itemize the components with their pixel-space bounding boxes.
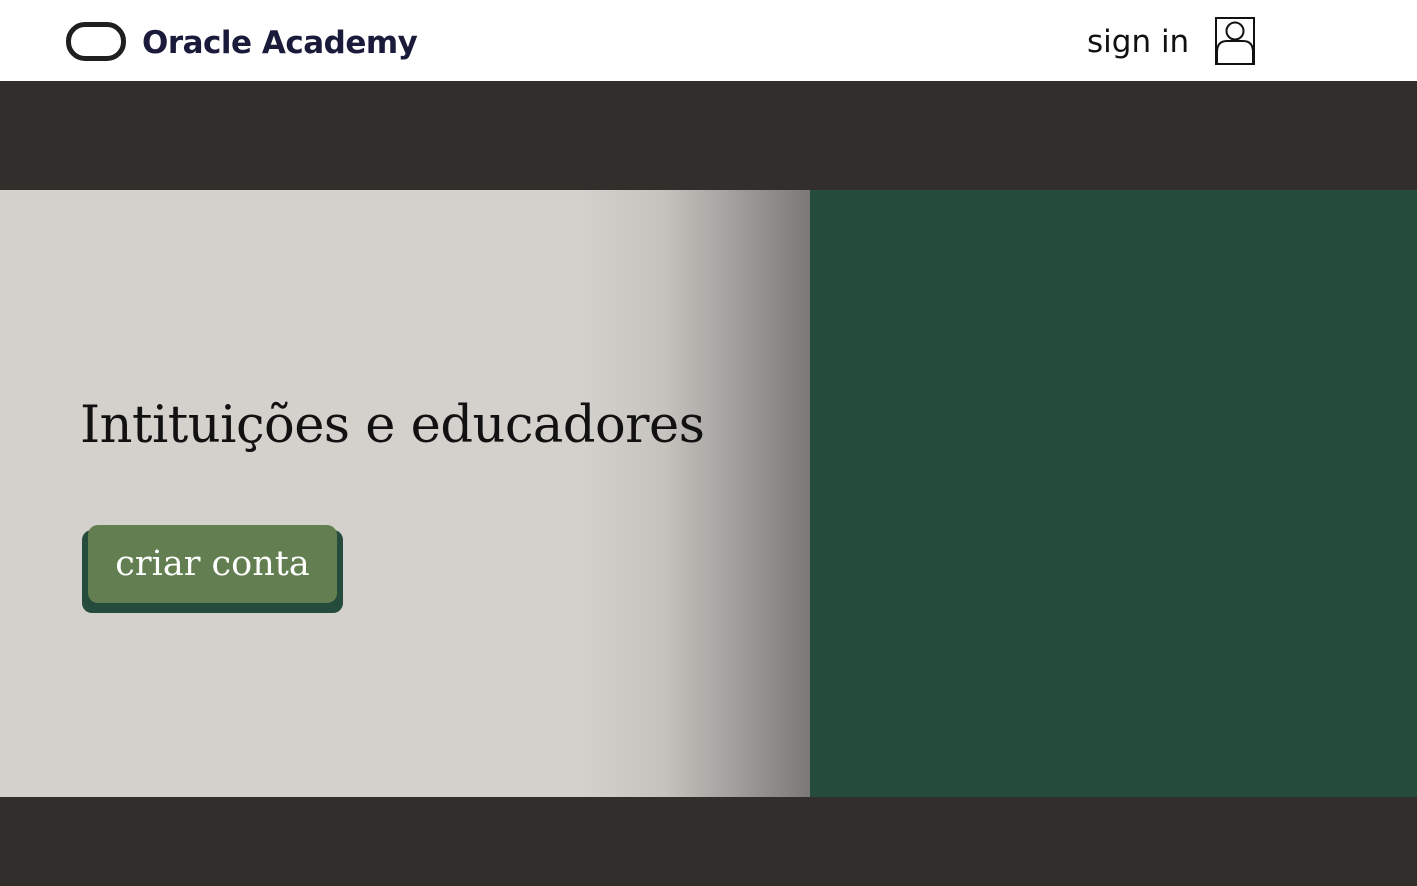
hero-title: Intituições e educadores	[80, 396, 705, 455]
brand-name[interactable]: Oracle Academy	[142, 22, 418, 64]
dark-banner-bottom	[0, 797, 1417, 886]
hero-right-panel	[810, 190, 1417, 797]
sign-in-link[interactable]: sign in	[1087, 20, 1189, 64]
top-navigation-bar: Oracle Academy sign in	[0, 0, 1417, 81]
oracle-logo-icon[interactable]	[66, 22, 126, 61]
hero-left-panel	[0, 190, 810, 797]
create-account-button[interactable]: criar conta	[88, 525, 337, 603]
user-icon[interactable]	[1215, 17, 1255, 65]
dark-banner-top	[0, 81, 1417, 190]
